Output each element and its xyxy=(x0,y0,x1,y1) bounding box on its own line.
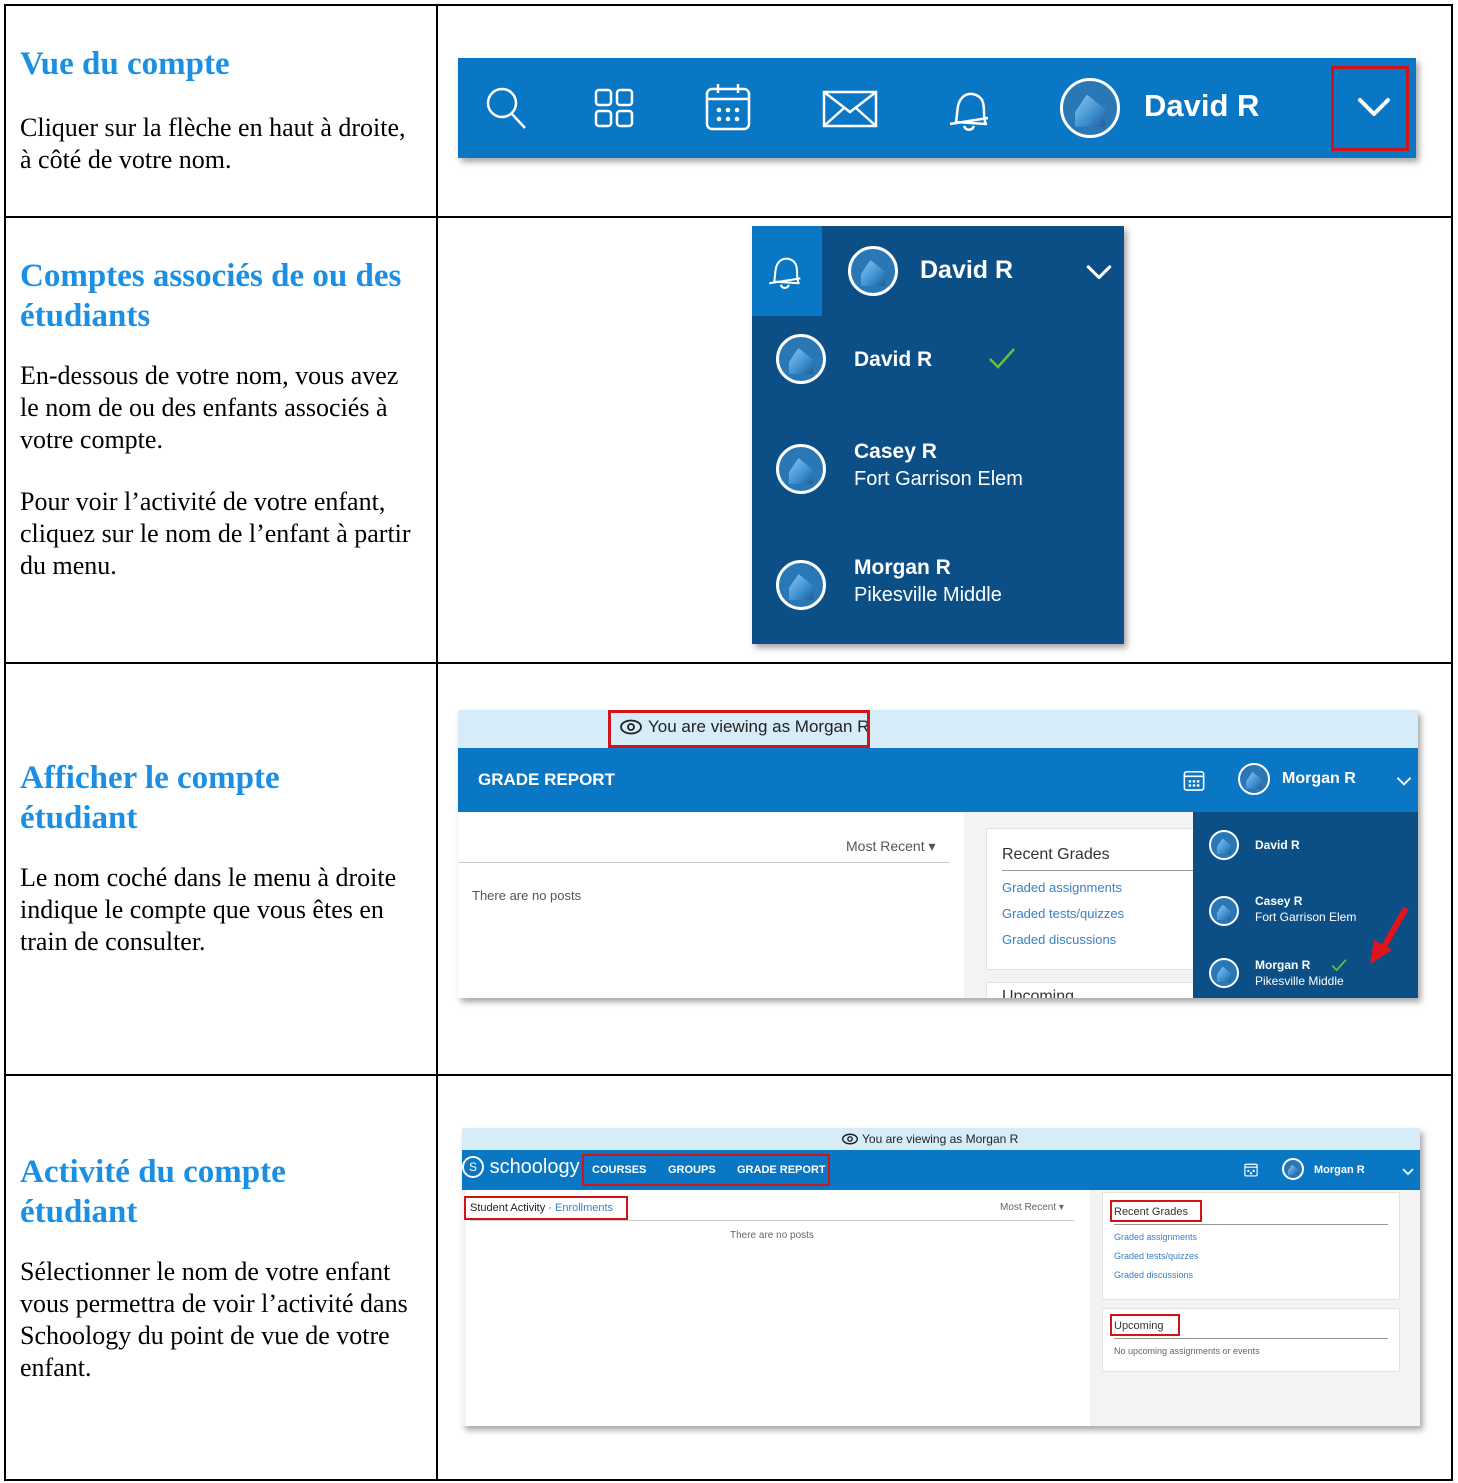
recent-grades-title: Recent Grades xyxy=(1002,846,1110,863)
account-dropdown-panel: David R David R Casey R Fort Garrison El… xyxy=(752,226,1124,644)
graded-assignments-link[interactable]: Graded assignments xyxy=(1002,880,1122,895)
sort-dropdown[interactable]: Most Recent ▾ xyxy=(1000,1202,1064,1213)
account-school: Pikesville Middle xyxy=(1255,974,1344,988)
avatar xyxy=(776,334,826,384)
top-nav-bar: David R xyxy=(458,58,1416,158)
row-1-image-cell: David R xyxy=(436,4,1453,218)
avatar[interactable] xyxy=(1060,78,1120,138)
header-user-name[interactable]: David R xyxy=(920,256,1013,285)
brand-name: schoology xyxy=(489,1156,580,1178)
account-option-casey[interactable]: Casey R Fort Garrison Elem xyxy=(752,426,1124,536)
row-2-text-2: Pour voir l’activité de votre enfant, cl… xyxy=(20,487,411,580)
bell-icon[interactable] xyxy=(946,86,990,132)
account-school: Fort Garrison Elem xyxy=(1255,910,1357,924)
bell-tile[interactable] xyxy=(752,226,822,316)
sort-label: Most Recent xyxy=(1000,1202,1057,1213)
account-name: Morgan R xyxy=(854,556,951,579)
graded-discussions-link[interactable]: Graded discussions xyxy=(1002,932,1116,947)
highlight-box xyxy=(1110,1200,1202,1222)
user-name[interactable]: David R xyxy=(1144,88,1259,124)
viewing-banner xyxy=(458,710,1418,748)
empty-feed-text: There are no posts xyxy=(730,1230,814,1241)
account-school: Fort Garrison Elem xyxy=(854,468,1023,490)
upcoming-empty-text: No upcoming assignments or events xyxy=(1114,1346,1260,1356)
row-1-heading: Vue du compte xyxy=(20,46,230,82)
avatar xyxy=(776,560,826,610)
sort-dropdown[interactable]: Most Recent ▾ xyxy=(846,838,936,855)
row-4-image-cell: You are viewing as Morgan R S schoology … xyxy=(436,1074,1453,1481)
header-avatar[interactable] xyxy=(848,246,898,296)
row-1-text: Cliquer sur la flèche en haut à droite, … xyxy=(20,113,406,174)
highlight-box xyxy=(608,710,870,748)
account-option-david[interactable]: David R xyxy=(752,316,1124,426)
upcoming-title: Upcoming xyxy=(1002,988,1075,998)
checkmark-icon xyxy=(1331,958,1347,972)
row-4-text: Sélectionner le nom de votre enfant vous… xyxy=(20,1257,408,1382)
logo-icon: S xyxy=(462,1156,484,1178)
brand-logo[interactable]: S schoology xyxy=(462,1156,580,1179)
graded-tests-link[interactable]: Graded tests/quizzes xyxy=(1114,1251,1199,1261)
graded-assignments-link[interactable]: Graded assignments xyxy=(1114,1232,1197,1242)
highlight-box xyxy=(1110,1314,1180,1336)
empty-feed-text: There are no posts xyxy=(472,888,582,903)
instruction-table: Vue du compte Cliquer sur la flèche en h… xyxy=(4,4,1453,1481)
avatar[interactable] xyxy=(1282,1158,1304,1180)
chevron-down-icon[interactable] xyxy=(1086,264,1112,282)
chevron-down-icon[interactable] xyxy=(1402,1168,1414,1176)
arrow-icon xyxy=(1368,906,1412,968)
viewing-banner-text: You are viewing as Morgan R xyxy=(862,1132,1019,1146)
account-name: Casey R xyxy=(854,440,937,463)
bell-icon[interactable] xyxy=(766,252,802,290)
chevron-down-icon[interactable] xyxy=(1396,776,1412,787)
account-name: Casey R xyxy=(1255,894,1303,908)
avatar xyxy=(1209,958,1239,988)
row-3-heading: Afficher le compte étudiant xyxy=(20,760,280,836)
row-3-image-cell: You are viewing as Morgan R GRADE REPORT… xyxy=(436,662,1453,1076)
apps-grid-icon[interactable] xyxy=(594,88,634,128)
account-option-morgan[interactable]: Morgan R Pikesville Middle xyxy=(752,536,1124,644)
row-4-text-cell: Activité du compte étudiant Sélectionner… xyxy=(4,1074,438,1481)
avatar[interactable] xyxy=(1238,763,1270,795)
feed-panel xyxy=(466,1190,1090,1426)
page-title: GRADE REPORT xyxy=(478,770,615,789)
eye-icon xyxy=(842,1133,858,1145)
row-4-heading: Activité du compte étudiant xyxy=(20,1154,286,1230)
account-school: Pikesville Middle xyxy=(854,584,1002,606)
account-name: David R xyxy=(854,348,933,371)
row-3-text-cell: Afficher le compte étudiant Le nom coché… xyxy=(4,662,438,1076)
avatar xyxy=(1209,896,1239,926)
row-3-text: Le nom coché dans le menu à droite indiq… xyxy=(20,863,397,956)
highlight-box xyxy=(464,1196,628,1220)
avatar xyxy=(776,444,826,494)
student-activity-screenshot: You are viewing as Morgan R S schoology … xyxy=(462,1128,1420,1426)
divider xyxy=(1002,870,1202,871)
account-name: David R xyxy=(1255,838,1300,852)
graded-discussions-link[interactable]: Graded discussions xyxy=(1114,1270,1193,1280)
account-option-david[interactable]: David R xyxy=(1193,812,1418,876)
row-2-image-cell: David R David R Casey R Fort Garrison El… xyxy=(436,216,1453,664)
checkmark-icon xyxy=(988,346,1016,370)
calendar-icon[interactable] xyxy=(704,82,752,132)
header-user-name[interactable]: Morgan R xyxy=(1282,770,1356,788)
row-2-text-1: En-dessous de votre nom, vous avez le no… xyxy=(20,361,399,454)
row-2-heading: Comptes associés de ou des étudiants xyxy=(20,258,402,334)
search-icon[interactable] xyxy=(485,86,527,130)
header-user-name[interactable]: Morgan R xyxy=(1314,1164,1365,1176)
grade-report-screenshot: You are viewing as Morgan R GRADE REPORT… xyxy=(458,710,1418,998)
graded-tests-link[interactable]: Graded tests/quizzes xyxy=(1002,906,1124,921)
highlight-box xyxy=(1331,66,1409,151)
avatar xyxy=(1209,830,1239,860)
calendar-icon[interactable] xyxy=(1244,1162,1258,1177)
divider xyxy=(1114,1224,1388,1225)
sort-label: Most Recent xyxy=(846,838,925,854)
account-name: Morgan R xyxy=(1255,958,1311,972)
divider xyxy=(1114,1338,1388,1339)
calendar-icon[interactable] xyxy=(1183,768,1205,792)
mail-icon[interactable] xyxy=(822,90,878,128)
divider xyxy=(458,862,950,863)
highlight-box xyxy=(582,1154,830,1186)
row-2-text-cell: Comptes associés de ou des étudiants En-… xyxy=(4,216,438,664)
divider xyxy=(470,1220,1074,1221)
row-1-text-cell: Vue du compte Cliquer sur la flèche en h… xyxy=(4,4,438,218)
